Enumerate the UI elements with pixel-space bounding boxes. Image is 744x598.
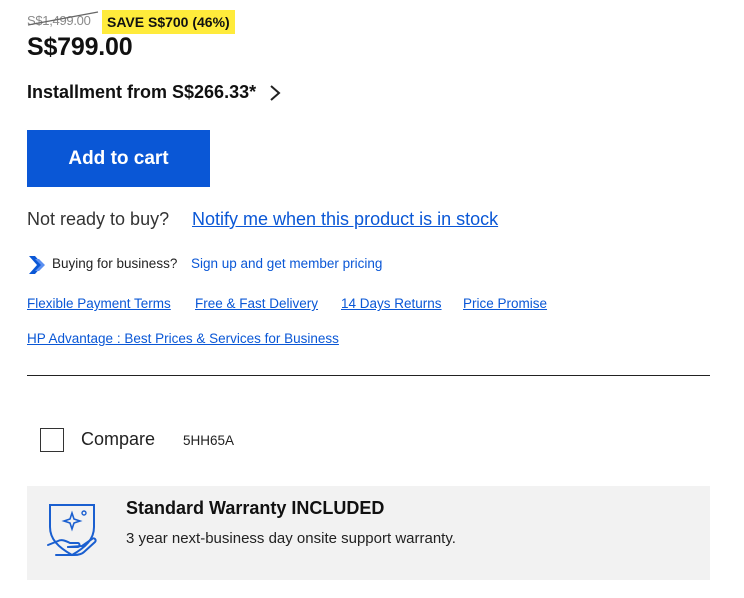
compare-label[interactable]: Compare [81,429,155,450]
price-promise-link[interactable]: Price Promise [463,296,547,311]
double-chevron-icon [29,256,45,274]
chevron-right-icon [270,84,281,101]
installment-link[interactable]: Installment from S$266.33* [27,82,282,103]
member-pricing-link[interactable]: Sign up and get member pricing [191,256,382,271]
sale-price: S$799.00 [27,33,133,61]
hp-advantage-link[interactable]: HP Advantage : Best Prices & Services fo… [27,331,339,346]
warranty-description: 3 year next-business day onsite support … [126,530,456,547]
business-label: Buying for business? [52,256,178,271]
warranty-title: Standard Warranty INCLUDED [126,498,385,518]
installment-label: Installment from S$266.33* [27,82,257,102]
section-divider [27,375,710,376]
compare-checkbox[interactable] [40,428,64,452]
save-badge: SAVE S$700 (46%) [102,10,235,34]
returns-link[interactable]: 14 Days Returns [341,296,442,311]
add-to-cart-button[interactable]: Add to cart [27,130,210,187]
flexible-payment-link[interactable]: Flexible Payment Terms [27,296,171,311]
strikethrough-line [27,11,99,26]
product-sku: 5HH65A [183,433,235,448]
shield-hand-icon [47,504,97,557]
free-delivery-link[interactable]: Free & Fast Delivery [195,296,318,311]
not-ready-text: Not ready to buy? [27,209,170,229]
notify-in-stock-link[interactable]: Notify me when this product is in stock [192,209,498,230]
